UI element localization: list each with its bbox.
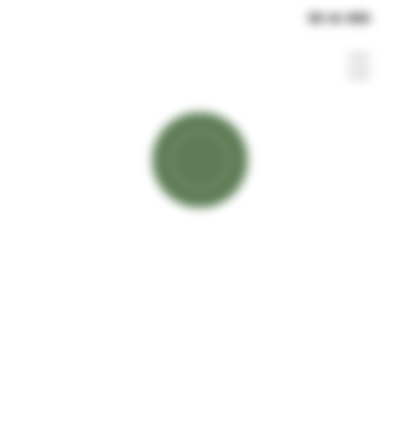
battery-icon [346,13,370,23]
status-icons [304,12,370,24]
hamburger-menu-icon[interactable] [348,54,374,78]
menu-line [348,75,370,78]
status-bar [0,0,400,40]
signal-icon [308,13,324,23]
round-green-badge-icon [152,112,248,208]
menu-line [348,64,370,68]
screen [0,0,400,435]
menu-line [348,54,370,57]
wifi-icon [328,13,342,23]
brand-logo[interactable] [42,52,148,82]
app-header [0,40,400,100]
badge-emblem [170,130,230,190]
status-time [30,10,90,26]
